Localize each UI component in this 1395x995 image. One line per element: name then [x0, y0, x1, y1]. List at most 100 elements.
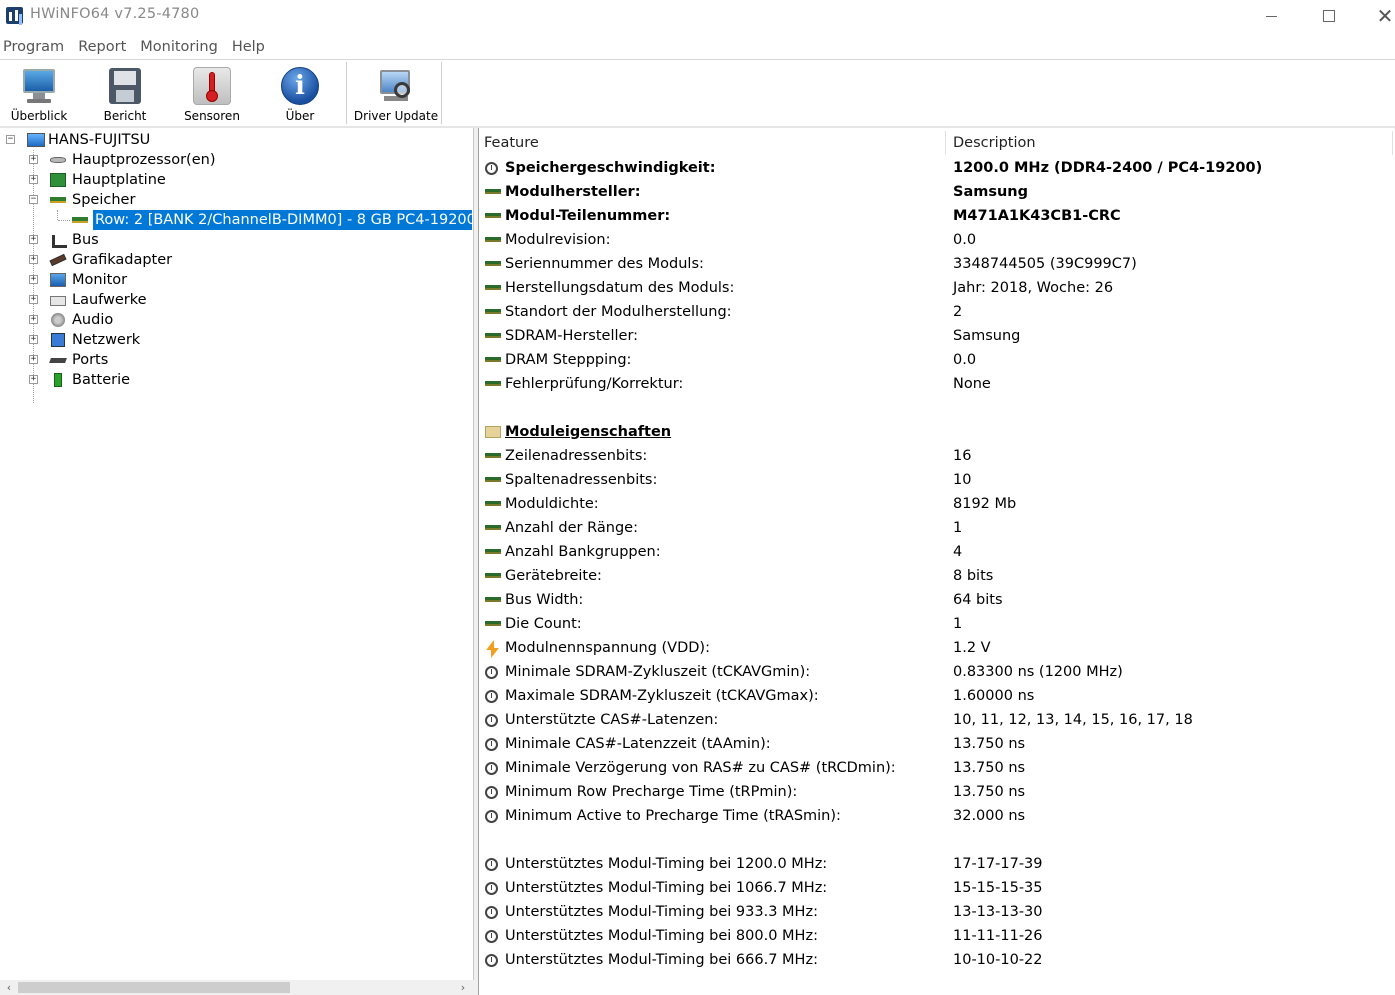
detail-row[interactable]: Bus Width: 64 bits	[480, 588, 1395, 612]
memory-icon	[485, 501, 501, 506]
tree-item-memory[interactable]: − Speicher	[0, 190, 474, 210]
detail-row[interactable]: Seriennummer des Moduls: 3348744505 (39C9…	[480, 252, 1395, 276]
menu-help[interactable]: Help	[229, 36, 272, 58]
tree-item-monitor[interactable]: + Monitor	[0, 270, 474, 290]
detail-row[interactable]: Gerätebreite: 8 bits	[480, 564, 1395, 588]
memory-icon	[485, 237, 501, 242]
detail-row[interactable]: Modul-Teilenummer: M471A1K43CB1-CRC	[480, 204, 1395, 228]
clock-icon	[485, 810, 498, 823]
detail-row[interactable]: Minimum Active to Precharge Time (tRASmi…	[480, 804, 1395, 828]
expand-icon[interactable]: +	[29, 355, 38, 364]
overview-button[interactable]: Überblick	[4, 60, 74, 126]
bus-icon	[50, 233, 67, 248]
description-value: 1	[953, 520, 963, 536]
feature-label: Minimale Verzögerung von RAS# zu CAS# (t…	[505, 760, 896, 776]
maximize-icon	[1323, 10, 1335, 22]
detail-row[interactable]: Minimale CAS#-Latenzzeit (tAAmin): 13.750…	[480, 732, 1395, 756]
driver-update-button[interactable]: Driver Update	[352, 60, 440, 126]
detail-row[interactable]: Spaltenadressenbits: 10	[480, 468, 1395, 492]
detail-row[interactable]: Speichergeschwindigkeit: 1200.0 MHz (DDR4…	[480, 156, 1395, 180]
feature-label: Anzahl der Ränge:	[505, 520, 638, 536]
menu-program[interactable]: Program	[0, 36, 71, 58]
tree-root[interactable]: − HANS-FUJITSU	[0, 130, 474, 150]
description-value: 8 bits	[953, 568, 994, 584]
collapse-icon[interactable]: −	[6, 135, 15, 144]
detail-row[interactable]: Fehlerprüfung/Korrektur: None	[480, 372, 1395, 396]
tree-item-cpu[interactable]: + Hauptprozessor(en)	[0, 150, 474, 170]
detail-row[interactable]: Herstellungsdatum des Moduls: Jahr: 2018,…	[480, 276, 1395, 300]
tree-item-memory-module[interactable]: Row: 2 [BANK 2/ChannelB-DIMM0] - 8 GB PC…	[0, 209, 474, 231]
description-value: 17-17-17-39	[953, 856, 1043, 872]
clock-icon	[485, 738, 498, 751]
detail-row[interactable]: Modulnennspannung (VDD): 1.2 V	[480, 636, 1395, 660]
tree-horizontal-scrollbar[interactable]: ‹ ›	[0, 980, 474, 995]
detail-row[interactable]: Modulrevision: 0.0	[480, 228, 1395, 252]
detail-row[interactable]: Anzahl der Ränge: 1	[480, 516, 1395, 540]
expand-icon[interactable]: +	[29, 295, 38, 304]
minimize-button[interactable]	[1248, 0, 1294, 32]
close-icon: ✕	[1376, 4, 1394, 28]
maximize-button[interactable]	[1306, 0, 1352, 32]
scroll-left-icon[interactable]: ‹	[2, 980, 16, 995]
expand-icon[interactable]: +	[29, 315, 38, 324]
memory-icon	[485, 381, 501, 386]
tree-item-bus[interactable]: + Bus	[0, 230, 474, 250]
detail-row[interactable]: Zeilenadressenbits: 16	[480, 444, 1395, 468]
scrollbar-thumb[interactable]	[18, 982, 290, 993]
about-button[interactable]: i Über	[265, 60, 335, 126]
expand-icon[interactable]: +	[29, 275, 38, 284]
expand-icon[interactable]: +	[29, 335, 38, 344]
detail-row[interactable]: Anzahl Bankgruppen: 4	[480, 540, 1395, 564]
tree-item-motherboard[interactable]: + Hauptplatine	[0, 170, 474, 190]
detail-row[interactable]: Unterstütztes Modul-Timing bei 1200.0 MH…	[480, 852, 1395, 876]
detail-row[interactable]: Die Count: 1	[480, 612, 1395, 636]
tree-item-ports[interactable]: + Ports	[0, 350, 474, 370]
detail-section-header[interactable]: Moduleigenschaften	[480, 420, 1395, 444]
expand-icon[interactable]: +	[29, 175, 38, 184]
detail-row[interactable]: Unterstütztes Modul-Timing bei 666.7 MHz…	[480, 948, 1395, 972]
detail-row[interactable]: Maximale SDRAM-Zykluszeit (tCKAVGmax): 1.…	[480, 684, 1395, 708]
column-header-description[interactable]: Description	[947, 131, 1393, 155]
detail-row[interactable]: Unterstützte CAS#-Latenzen: 10, 11, 12, 1…	[480, 708, 1395, 732]
detail-row[interactable]: DRAM Steppping: 0.0	[480, 348, 1395, 372]
detail-row[interactable]: Moduldichte: 8192 Mb	[480, 492, 1395, 516]
feature-label: Minimale CAS#-Latenzzeit (tAAmin):	[505, 736, 771, 752]
scroll-right-icon[interactable]: ›	[456, 980, 470, 995]
report-button[interactable]: Bericht	[90, 60, 160, 126]
expand-icon[interactable]: +	[29, 235, 38, 244]
menu-monitoring[interactable]: Monitoring	[137, 36, 225, 58]
detail-row[interactable]: SDRAM-Hersteller: Samsung	[480, 324, 1395, 348]
audio-icon	[51, 313, 65, 327]
column-header-feature[interactable]: Feature	[480, 131, 946, 155]
detail-list[interactable]: Feature Description Speichergeschwindigk…	[480, 128, 1395, 995]
collapse-icon[interactable]: −	[29, 195, 38, 204]
expand-icon[interactable]: +	[29, 375, 38, 384]
close-button[interactable]: ✕	[1362, 0, 1395, 32]
detail-row[interactable]: Modulhersteller: Samsung	[480, 180, 1395, 204]
tree-item-battery[interactable]: + Batterie	[0, 370, 474, 390]
expand-icon[interactable]: +	[29, 155, 38, 164]
menu-report[interactable]: Report	[75, 36, 133, 58]
sensors-button[interactable]: Sensoren	[177, 60, 247, 126]
detail-row[interactable]: Minimale Verzögerung von RAS# zu CAS# (t…	[480, 756, 1395, 780]
monitor-icon	[19, 66, 59, 106]
description-value: 15-15-15-35	[953, 880, 1043, 896]
tree-item-network[interactable]: + Netzwerk	[0, 330, 474, 350]
detail-row[interactable]: Minimale SDRAM-Zykluszeit (tCKAVGmin): 0.…	[480, 660, 1395, 684]
detail-row[interactable]: Unterstütztes Modul-Timing bei 1066.7 MH…	[480, 876, 1395, 900]
tree-item-gpu[interactable]: + Grafikadapter	[0, 250, 474, 270]
tree-item-drives[interactable]: + Laufwerke	[0, 290, 474, 310]
detail-row[interactable]: Unterstütztes Modul-Timing bei 933.3 MHz…	[480, 900, 1395, 924]
description-value: 1.60000 ns	[953, 688, 1035, 704]
detail-row[interactable]: Minimum Row Precharge Time (tRPmin): 13.7…	[480, 780, 1395, 804]
device-tree[interactable]: − HANS-FUJITSU + Hauptprozessor(en) + Ha…	[0, 128, 474, 995]
hwinfo-app-icon[interactable]	[6, 7, 23, 24]
detail-row[interactable]: Standort der Modulherstellung: 2	[480, 300, 1395, 324]
expand-icon[interactable]: +	[29, 255, 38, 264]
description-value: 10, 11, 12, 13, 14, 15, 16, 17, 18	[953, 712, 1193, 728]
feature-label: Minimale SDRAM-Zykluszeit (tCKAVGmin):	[505, 664, 811, 680]
pane-splitter[interactable]	[474, 128, 479, 995]
feature-label: Unterstütztes Modul-Timing bei 800.0 MHz…	[505, 928, 818, 944]
detail-row[interactable]: Unterstütztes Modul-Timing bei 800.0 MHz…	[480, 924, 1395, 948]
tree-item-audio[interactable]: + Audio	[0, 310, 474, 330]
